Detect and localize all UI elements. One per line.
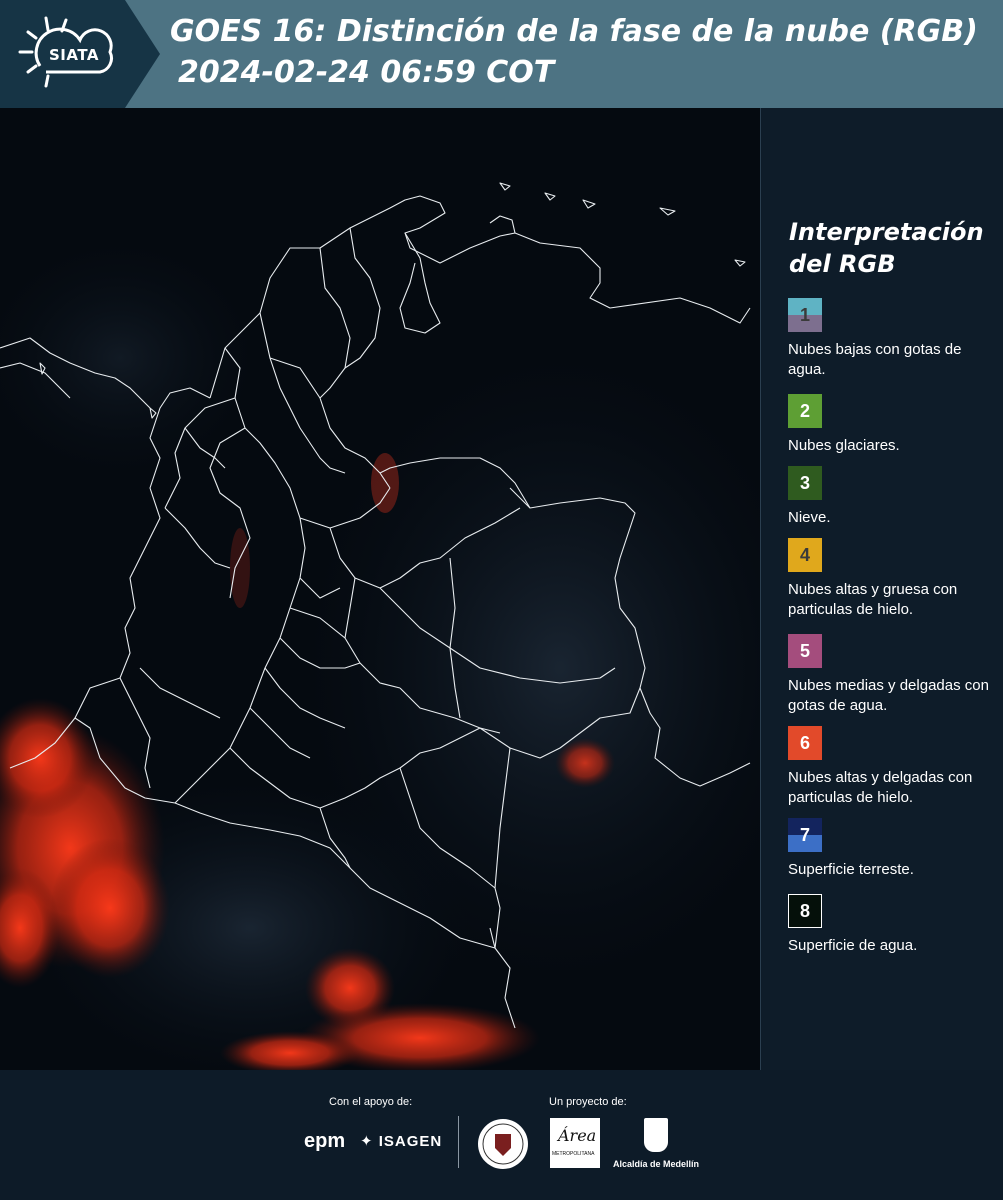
legend-swatch: 5 bbox=[788, 634, 822, 668]
legend-number: 6 bbox=[799, 733, 810, 753]
legend-label: Superficie de agua. bbox=[788, 937, 918, 954]
legend-item: 7 Superficie terreste. bbox=[788, 818, 1003, 880]
map-svg bbox=[0, 182, 760, 1070]
legend-item: 1 Nubes bajas con gotas de agua. bbox=[788, 298, 1003, 380]
siata-logo[interactable]: SIATA bbox=[0, 0, 160, 108]
legend-item: 3 Nieve. bbox=[788, 466, 1003, 528]
legend-number: 8 bbox=[799, 901, 810, 921]
legend-title: Interpretación del RGB bbox=[789, 216, 989, 280]
legend-label: Superficie terreste. bbox=[788, 861, 914, 878]
legend-label: Nubes medias y delgadas con gotas de agu… bbox=[788, 677, 989, 714]
isagen-logo[interactable]: ✦ ISAGEN bbox=[360, 1132, 442, 1150]
legend-number: 5 bbox=[799, 641, 810, 661]
legend-swatch: 8 bbox=[788, 894, 822, 928]
isagen-mark-icon: ✦ bbox=[360, 1133, 379, 1150]
legend-title-line1: Interpretación bbox=[789, 218, 984, 246]
legend-label: Nubes bajas con gotas de agua. bbox=[788, 341, 962, 378]
timestamp: 2024-02-24 06:59 COT bbox=[178, 55, 555, 90]
legend-label: Nubes glaciares. bbox=[788, 437, 900, 454]
legend-swatch: 3 bbox=[788, 466, 822, 500]
legend-number: 4 bbox=[799, 545, 810, 565]
legend-swatch: 4 bbox=[788, 538, 822, 572]
legend-swatch: 7 bbox=[788, 818, 822, 852]
header-bar: SIATA GOES 16: Distinción de la fase de … bbox=[0, 0, 1003, 108]
legend-item: 8 Superficie de agua. bbox=[788, 894, 1003, 956]
legend-label: Nubes altas y gruesa con particulas de h… bbox=[788, 581, 958, 618]
legend-number: 7 bbox=[799, 825, 810, 845]
legend-swatch: 2 bbox=[788, 394, 822, 428]
area-sub: METROPOLITANA bbox=[552, 1151, 595, 1157]
legend-number: 2 bbox=[799, 401, 810, 421]
university-seal-icon[interactable] bbox=[477, 1118, 529, 1170]
area-word: Área bbox=[558, 1126, 597, 1145]
legend-item: 2 Nubes glaciares. bbox=[788, 394, 1003, 456]
legend-number: 3 bbox=[799, 473, 810, 493]
legend-item: 6 Nubes altas y delgadas con particulas … bbox=[788, 726, 1003, 808]
isagen-label: ISAGEN bbox=[378, 1133, 443, 1150]
legend-item: 4 Nubes altas y gruesa con particulas de… bbox=[788, 538, 1003, 620]
logo-text: SIATA bbox=[49, 46, 100, 64]
footer: Con el apoyo de: Un proyecto de: epm ✦ I… bbox=[0, 1070, 1003, 1200]
alcaldia-label: Alcaldía de Medellín bbox=[613, 1159, 700, 1169]
epm-logo[interactable]: epm bbox=[304, 1130, 345, 1153]
support-label: Con el apoyo de: bbox=[329, 1096, 413, 1108]
legend-panel: Interpretación del RGB 1 Nubes bajas con… bbox=[762, 108, 1003, 1070]
legend-label: Nieve. bbox=[788, 509, 831, 526]
legend-swatch: 1 bbox=[788, 298, 822, 332]
legend-title-line2: del RGB bbox=[789, 250, 896, 278]
satellite-map[interactable] bbox=[0, 108, 761, 1070]
legend-item: 5 Nubes medias y delgadas con gotas de a… bbox=[788, 634, 1003, 716]
page-title: GOES 16: Distinción de la fase de la nub… bbox=[170, 14, 978, 49]
project-label: Un proyecto de: bbox=[549, 1096, 627, 1108]
legend-label: Nubes altas y delgadas con particulas de… bbox=[788, 769, 973, 806]
footer-divider bbox=[458, 1116, 459, 1168]
legend-swatch: 6 bbox=[788, 726, 822, 760]
area-metropolitana-logo[interactable]: Área METROPOLITANA bbox=[550, 1118, 600, 1168]
alcaldia-shield-icon[interactable] bbox=[644, 1118, 668, 1152]
legend-number: 1 bbox=[799, 305, 810, 325]
